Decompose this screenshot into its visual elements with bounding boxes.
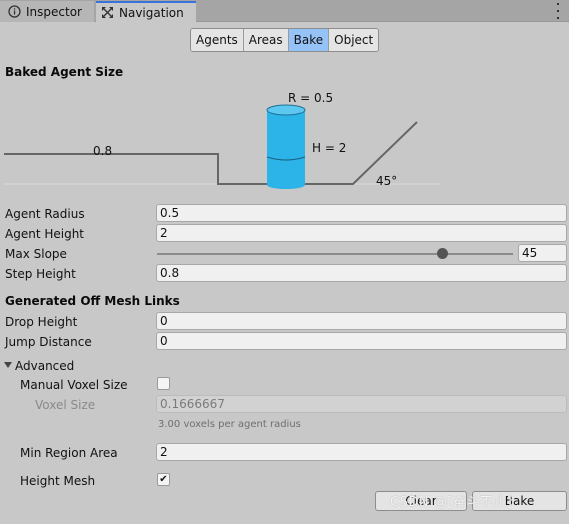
agent-size-diagram (4, 104, 440, 189)
slope-angle-label: 45° (376, 174, 398, 188)
drop-height-field[interactable]: 0 (156, 312, 567, 330)
max-slope-label: Max Slope (5, 247, 67, 261)
voxel-hint: 3.00 voxels per agent radius (158, 419, 301, 430)
max-slope-field[interactable]: 45 (518, 244, 567, 262)
step-height-field[interactable]: 0.8 (156, 264, 567, 282)
info-icon (7, 5, 21, 19)
advanced-foldout-arrow-icon[interactable] (4, 362, 12, 368)
manual-voxel-size-label: Manual Voxel Size (20, 378, 128, 392)
drop-height-label: Drop Height (5, 315, 78, 329)
height-mesh-label: Height Mesh (20, 474, 96, 488)
max-slope-slider-track[interactable] (157, 253, 513, 255)
voxel-size-field: 0.1666667 (156, 395, 567, 413)
watermark: CSDN @[奋斗不止] (390, 495, 513, 510)
step-height-field-label: Step Height (5, 267, 76, 281)
height-label: H = 2 (312, 141, 347, 155)
height-mesh-checkbox[interactable]: ✔ (157, 473, 170, 486)
jump-distance-label: Jump Distance (5, 335, 92, 349)
tab-navigation[interactable]: Navigation (96, 1, 196, 22)
voxel-size-label: Voxel Size (35, 398, 96, 412)
max-slope-slider-thumb[interactable] (436, 248, 448, 259)
navigation-icon (100, 6, 114, 20)
agent-radius-field[interactable]: 0.5 (156, 204, 567, 222)
checkmark-icon: ✔ (159, 473, 168, 485)
manual-voxel-size-checkbox[interactable] (157, 377, 170, 390)
advanced-foldout-label[interactable]: Advanced (15, 359, 74, 373)
min-region-area-field[interactable]: 2 (156, 443, 567, 461)
tab-inspector-label: Inspector (26, 4, 82, 19)
agent-cylinder-top (266, 104, 306, 116)
agent-cylinder-body (267, 110, 305, 185)
tab-inspector[interactable]: Inspector (0, 1, 94, 22)
segment-object[interactable]: Object (329, 29, 379, 51)
tab-navigation-label: Navigation (119, 5, 184, 20)
agent-height-label: Agent Height (5, 227, 85, 241)
nav-mode-selector: Agents Areas Bake Object (190, 28, 380, 52)
segment-areas[interactable]: Areas (243, 29, 289, 51)
more-options-icon[interactable] (555, 3, 561, 19)
step-height-label: 0.8 (93, 144, 113, 158)
agent-radius-label: Agent Radius (5, 207, 85, 221)
agent-height-field[interactable]: 2 (156, 224, 567, 242)
radius-label: R = 0.5 (288, 91, 334, 105)
agent-cylinder-bottom (267, 181, 305, 189)
jump-distance-field[interactable]: 0 (156, 332, 567, 350)
off-mesh-links-heading: Generated Off Mesh Links (5, 294, 180, 308)
segment-bake[interactable]: Bake (288, 29, 330, 51)
tab-bar: Inspector Navigation (0, 0, 569, 22)
segment-agents[interactable]: Agents (191, 29, 244, 51)
min-region-area-label: Min Region Area (20, 446, 118, 460)
baked-agent-size-heading: Baked Agent Size (5, 65, 124, 79)
terrain-profile (4, 121, 418, 185)
